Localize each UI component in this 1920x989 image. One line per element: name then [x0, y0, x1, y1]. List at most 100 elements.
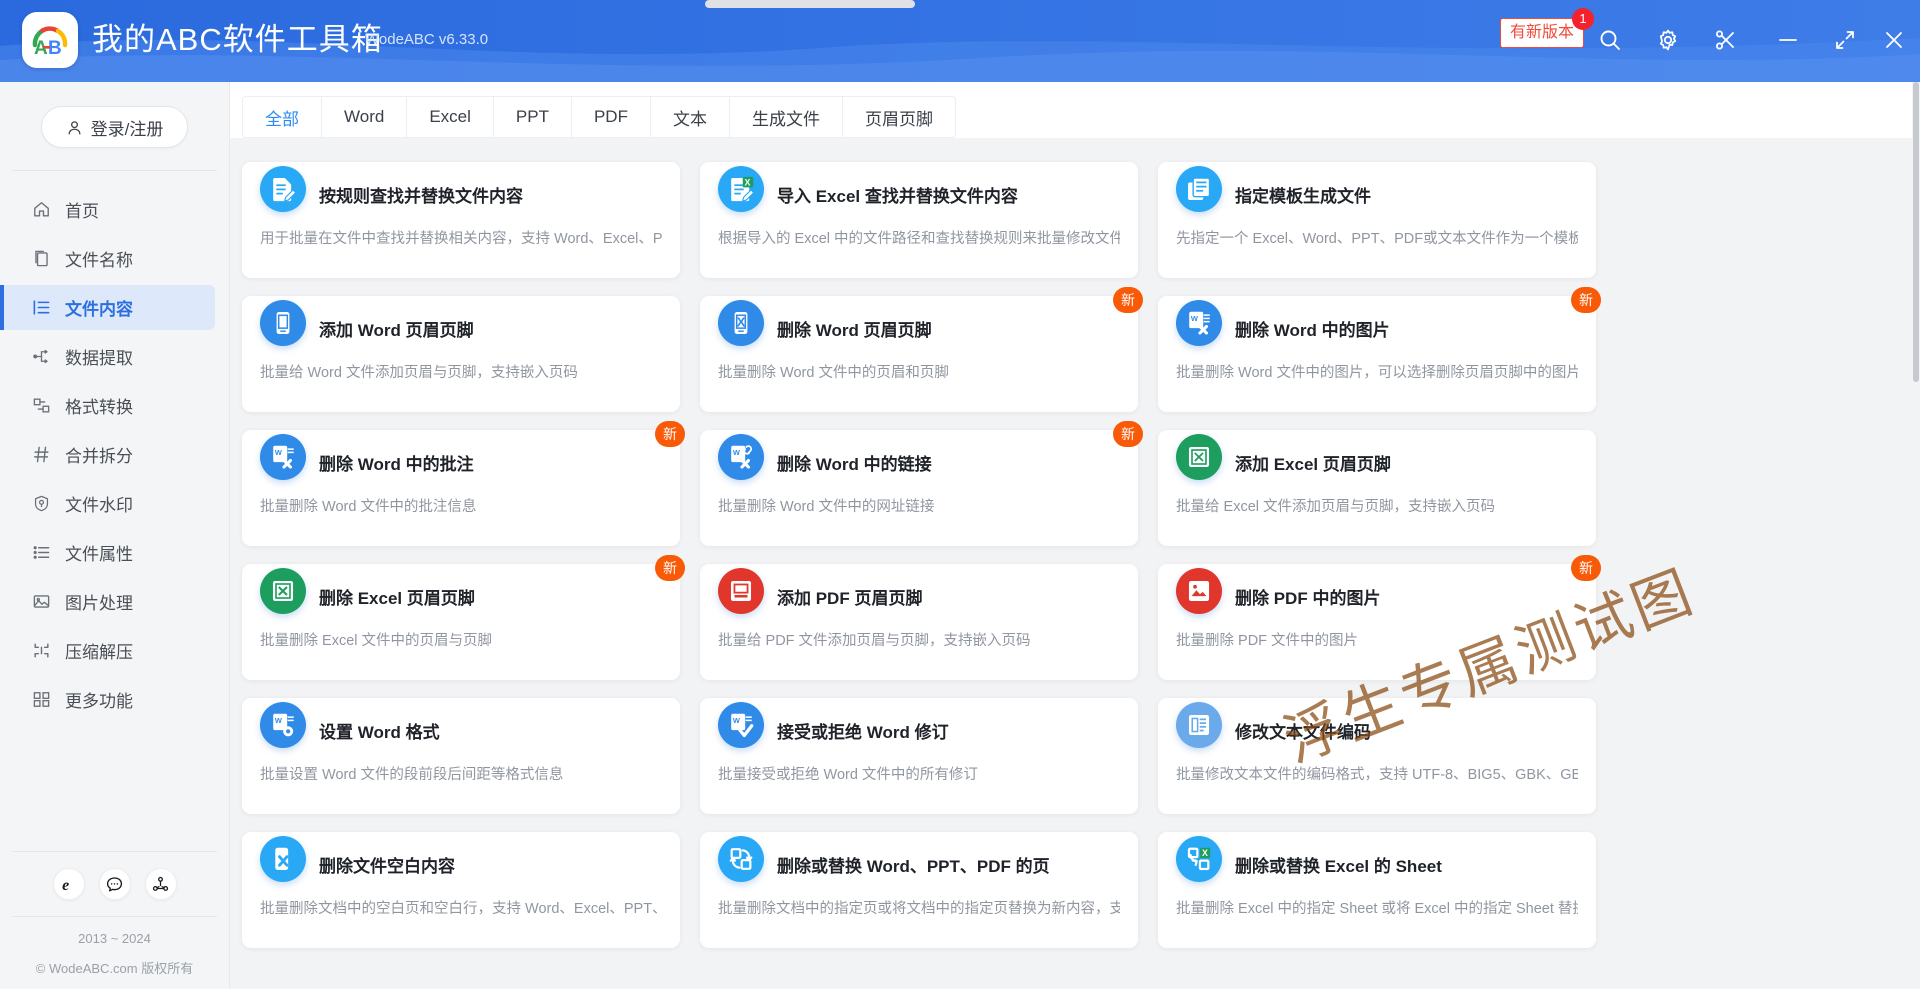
tab-2[interactable]: Excel: [406, 96, 493, 138]
excel-header-icon: [1176, 434, 1222, 480]
settings-button[interactable]: [1646, 18, 1690, 62]
vertical-scrollbar-track[interactable]: [1912, 82, 1920, 989]
maximize-button[interactable]: [1823, 18, 1867, 62]
tool-card-header: W删除 Word 中的批注: [260, 430, 662, 480]
user-icon: [66, 119, 83, 136]
chat-button[interactable]: [99, 868, 131, 900]
close-button[interactable]: [1872, 18, 1916, 62]
tool-card[interactable]: 添加 Excel 页眉页脚批量给 Excel 文件添加页眉与页脚，支持嵌入页码: [1158, 430, 1596, 546]
search-button[interactable]: [1588, 18, 1632, 62]
sidebar-item-more[interactable]: 更多功能: [0, 677, 215, 722]
tab-3[interactable]: PPT: [493, 96, 571, 138]
sidebar-item-merge-split[interactable]: 合并拆分: [0, 432, 215, 477]
tool-card[interactable]: W删除 Word 中的批注批量删除 Word 文件中的批注信息新: [242, 430, 680, 546]
tool-card-header: W删除 Word 中的图片: [1176, 296, 1578, 346]
tool-card-description: 批量删除 Word 文件中的页眉和页脚: [718, 363, 1120, 383]
tool-card-title: 导入 Excel 查找并替换文件内容: [777, 182, 1018, 207]
tab-bar: 全部WordExcelPPTPDF文本生成文件页眉页脚: [242, 96, 956, 138]
tool-card-description: 批量删除文档中的指定页或将文档中的指定页替换为新内容，支持 Word: [718, 899, 1120, 919]
share-button[interactable]: [145, 868, 177, 900]
tab-6[interactable]: 生成文件: [729, 96, 842, 138]
sidebar-item-label: 压缩解压: [65, 638, 133, 663]
tool-card-title: 删除 Word 页眉页脚: [777, 316, 932, 341]
tool-card[interactable]: W删除 Word 中的图片批量删除 Word 文件中的图片，可以选择删除页眉页脚…: [1158, 296, 1596, 412]
tool-card[interactable]: X 导入 Excel 查找并替换文件内容根据导入的 Excel 中的文件路径和查找…: [700, 162, 1138, 278]
tool-card[interactable]: 删除或替换 Word、PPT、PDF 的页批量删除文档中的指定页或将文档中的指定…: [700, 832, 1138, 948]
gear-icon: [1656, 28, 1680, 52]
doc-excel-edit-icon: X: [718, 166, 764, 212]
tool-card-title: 添加 Excel 页眉页脚: [1235, 450, 1391, 475]
word-header-icon: [260, 300, 306, 346]
word-comment-del-icon: W: [260, 434, 306, 480]
tool-card-description: 批量接受或拒绝 Word 文件中的所有修订: [718, 765, 1120, 785]
login-register-button[interactable]: 登录/注册: [41, 106, 188, 148]
tab-7[interactable]: 页眉页脚: [842, 96, 956, 138]
sidebar-item-file-property[interactable]: 文件属性: [0, 530, 215, 575]
home-icon: [32, 200, 51, 219]
sidebar-item-label: 图片处理: [65, 589, 133, 614]
new-badge: 新: [655, 555, 685, 581]
tool-card[interactable]: 删除 Excel 页眉页脚批量删除 Excel 文件中的页眉与页脚新: [242, 564, 680, 680]
sidebar-item-label: 文件属性: [65, 540, 133, 565]
tool-card-description: 批量删除 Word 文件中的网址链接: [718, 497, 1120, 517]
vertical-scrollbar-thumb[interactable]: [1913, 82, 1919, 382]
doc-edit-icon: [260, 166, 306, 212]
tool-card[interactable]: 删除文件空白内容批量删除文档中的空白页和空白行，支持 Word、Excel、PP…: [242, 832, 680, 948]
tool-card[interactable]: W删除 Word 中的链接批量删除 Word 文件中的网址链接新: [700, 430, 1138, 546]
sidebar-footer: e 2013 ~ 2024 © WodeABC.com 版权所有: [0, 851, 229, 989]
tool-card-description: 批量删除 Word 文件中的批注信息: [260, 497, 662, 517]
word-revision-icon: W: [718, 702, 764, 748]
sidebar-item-compress[interactable]: 压缩解压: [0, 628, 215, 673]
minimize-button[interactable]: [1766, 18, 1810, 62]
tab-1[interactable]: Word: [321, 96, 406, 138]
tool-card[interactable]: 添加 PDF 页眉页脚批量给 PDF 文件添加页眉与页脚，支持嵌入页码: [700, 564, 1138, 680]
horizontal-scrollbar[interactable]: [705, 0, 915, 8]
copyright-years: 2013 ~ 2024: [0, 917, 229, 959]
tool-card[interactable]: 指定模板生成文件先指定一个 Excel、Word、PPT、PDF或文本文件作为一…: [1158, 162, 1596, 278]
svg-text:W: W: [733, 716, 741, 725]
tool-card-title: 删除 Word 中的链接: [777, 450, 932, 475]
tool-card-description: 根据导入的 Excel 中的文件路径和查找替换规则来批量修改文件内容，支: [718, 229, 1120, 249]
tool-card[interactable]: X删除 Word 页眉页脚批量删除 Word 文件中的页眉和页脚新: [700, 296, 1138, 412]
tool-card-header: W设置 Word 格式: [260, 698, 662, 748]
snip-button[interactable]: [1703, 18, 1747, 62]
sidebar-item-image-process[interactable]: 图片处理: [0, 579, 215, 624]
tool-card[interactable]: 按规则查找并替换文件内容用于批量在文件中查找并替换相关内容，支持 Word、Ex…: [242, 162, 680, 278]
tool-card[interactable]: 删除 PDF 中的图片批量删除 PDF 文件中的图片新: [1158, 564, 1596, 680]
new-version-button[interactable]: 有新版本 1: [1500, 18, 1584, 48]
browser-button[interactable]: e: [53, 868, 85, 900]
tab-4[interactable]: PDF: [571, 96, 650, 138]
sidebar-item-label: 文件内容: [65, 295, 133, 320]
tool-card-description: 批量给 Word 文件添加页眉与页脚，支持嵌入页码: [260, 363, 662, 383]
template-icon: [1176, 166, 1222, 212]
tool-card-header: 修改文本文件编码: [1176, 698, 1578, 748]
data-extract-icon: [32, 347, 51, 366]
sidebar-item-home[interactable]: 首页: [0, 187, 215, 232]
tool-card[interactable]: 添加 Word 页眉页脚批量给 Word 文件添加页眉与页脚，支持嵌入页码: [242, 296, 680, 412]
sidebar-item-format-convert[interactable]: 格式转换: [0, 383, 215, 428]
svg-text:X: X: [737, 315, 746, 330]
tool-card-description: 用于批量在文件中查找并替换相关内容，支持 Word、Excel、PPT、PDF: [260, 229, 662, 249]
word-format-icon: W: [260, 702, 306, 748]
tool-card[interactable]: 修改文本文件编码批量修改文本文件的编码格式，支持 UTF-8、BIG5、GBK、…: [1158, 698, 1596, 814]
tool-card-title: 删除或替换 Excel 的 Sheet: [1235, 852, 1442, 877]
more-icon: [32, 690, 51, 709]
sidebar-item-file-content[interactable]: 文件内容: [0, 285, 215, 330]
tool-card-header: X删除或替换 Excel 的 Sheet: [1176, 832, 1578, 882]
tab-0[interactable]: 全部: [242, 96, 321, 138]
tab-5[interactable]: 文本: [650, 96, 729, 138]
tool-card-description: 批量删除 PDF 文件中的图片: [1176, 631, 1578, 651]
sidebar-item-data-extract[interactable]: 数据提取: [0, 334, 215, 379]
tool-card[interactable]: W设置 Word 格式批量设置 Word 文件的段前段后间距等格式信息: [242, 698, 680, 814]
tool-card-description: 批量删除 Excel 文件中的页眉与页脚: [260, 631, 662, 651]
svg-text:W: W: [733, 448, 741, 457]
sidebar-item-file-name[interactable]: 文件名称: [0, 236, 215, 281]
tool-card[interactable]: X删除或替换 Excel 的 Sheet批量删除 Excel 中的指定 Shee…: [1158, 832, 1596, 948]
tool-card[interactable]: W接受或拒绝 Word 修订批量接受或拒绝 Word 文件中的所有修订: [700, 698, 1138, 814]
close-icon: [1882, 28, 1906, 52]
word-link-del-icon: W: [718, 434, 764, 480]
blank-del-icon: [260, 836, 306, 882]
login-register-label: 登录/注册: [91, 115, 164, 140]
tool-card-title: 删除 Excel 页眉页脚: [319, 584, 475, 609]
sidebar-item-watermark[interactable]: 文件水印: [0, 481, 215, 526]
